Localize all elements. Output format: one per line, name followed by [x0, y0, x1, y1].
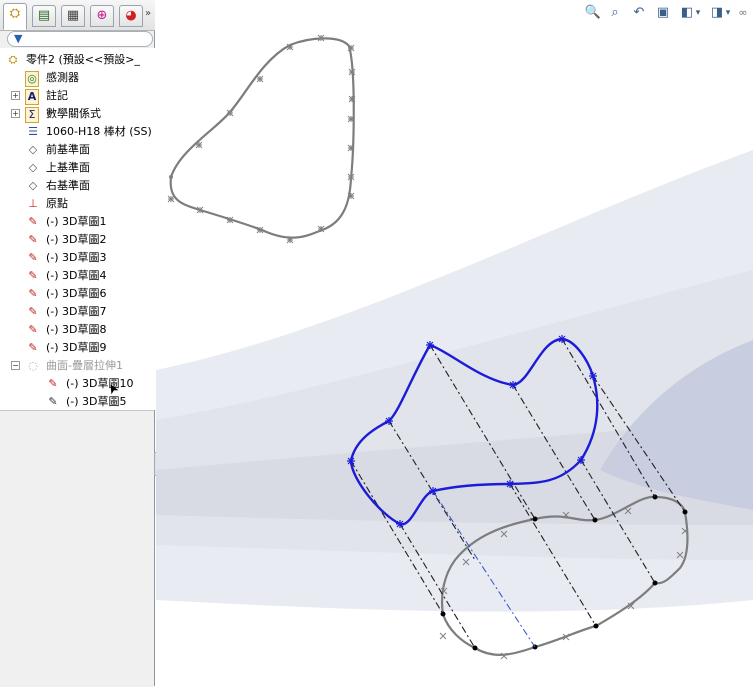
feature-manager-panel: ⛭ ▤ ▦ ⊕ ◕ » ▼ ⛭ 零件2 (預設<<預設>_ ◎ 感測器 + A …: [0, 0, 155, 687]
tree-item-label: 感測器: [46, 71, 79, 84]
filter-icon: ▼: [14, 32, 23, 45]
tree-item-label: (-) 3D草圖8: [46, 323, 107, 336]
heads-up-view-toolbar: 🔍 ⌕ ↶ ▣ ◧ ▾ ◨ ▾ ∞: [584, 4, 753, 24]
tree-empty-area: [0, 410, 154, 687]
part-tree-tab[interactable]: ⛭: [3, 3, 27, 30]
display-manager-tab[interactable]: ◕: [119, 5, 143, 27]
plane-icon: ◇: [28, 143, 38, 156]
tree-item-label: 1060-H18 棒材 (SS): [46, 125, 152, 138]
origin-icon: ⊥: [28, 197, 38, 210]
tree-item-label: 曲面-疊層拉伸1: [46, 359, 123, 372]
property-manager-icon: ▤: [37, 8, 51, 23]
configuration-manager-tab[interactable]: ▦: [61, 5, 85, 27]
equations-icon: Σ: [25, 107, 39, 123]
tree-item-label: (-) 3D草圖10: [66, 377, 134, 390]
graphics-area[interactable]: 🔍 ⌕ ↶ ▣ ◧ ▾ ◨ ▾ ∞: [156, 0, 753, 686]
tree-root-label: 零件2 (預設<<預設>_: [26, 53, 140, 66]
3d-sketch-icon: ✎: [28, 323, 38, 336]
tree-item-label: 上基準面: [46, 161, 90, 174]
tree-item-label: (-) 3D草圖6: [46, 287, 107, 300]
plane-icon: ◇: [28, 179, 38, 192]
3d-sketch-icon: ✎: [28, 251, 38, 264]
view-orientation-dropdown-icon[interactable]: ▾: [694, 4, 702, 22]
tree-item-label: 前基準面: [46, 143, 90, 156]
tree-item-label: 右基準面: [46, 179, 90, 192]
property-manager-tab[interactable]: ▤: [32, 5, 56, 27]
part-icon: ⛭: [8, 53, 18, 66]
part-tree-icon: ⛭: [9, 6, 21, 21]
tree-item-label: 數學關係式: [46, 107, 101, 120]
3d-sketch-icon: ✎: [28, 341, 38, 354]
tree-item-label: 原點: [46, 197, 68, 210]
section-view-icon[interactable]: ▣: [654, 4, 672, 22]
tree-item-label: (-) 3D草圖3: [46, 251, 107, 264]
tree-item-label: (-) 3D草圖1: [46, 215, 107, 228]
display-manager-icon: ◕: [125, 8, 137, 23]
hide-show-items-icon[interactable]: ∞: [736, 4, 750, 22]
sketch-points-upper: [167, 34, 356, 244]
3d-sketch-icon: ✎: [28, 305, 38, 318]
dimxpert-tab[interactable]: ⊕: [90, 5, 114, 27]
sensor-icon: ◎: [25, 71, 39, 87]
dimxpert-icon: ⊕: [96, 8, 108, 23]
material-icon: ☰: [28, 125, 38, 138]
annotation-icon: A: [25, 89, 39, 105]
feature-tree: ⛭ 零件2 (預設<<預設>_ ◎ 感測器 + A 註記 + Σ 數學關係式 ☰…: [0, 48, 155, 410]
3d-sketch-icon: ✎: [28, 287, 38, 300]
display-style-dropdown-icon[interactable]: ▾: [724, 4, 732, 22]
zoom-to-fit-icon[interactable]: 🔍: [584, 4, 602, 22]
3d-sketch-icon: ✎: [48, 377, 58, 390]
collapse-loft-surface-toggle[interactable]: −: [11, 361, 20, 370]
feature-manager-tabbar: ⛭ ▤ ▦ ⊕ ◕ »: [0, 0, 155, 31]
3d-sketch-icon: ✎: [28, 215, 38, 228]
zoom-to-area-icon[interactable]: ⌕: [606, 4, 624, 22]
tree-item-label: (-) 3D草圖2: [46, 233, 107, 246]
3d-sketch-icon: ✎: [48, 395, 58, 408]
graphics-canvas: [156, 34, 753, 660]
tree-item-label: (-) 3D草圖7: [46, 305, 107, 318]
expand-annotations-toggle[interactable]: +: [11, 91, 20, 100]
3d-sketch-icon: ✎: [28, 269, 38, 282]
loft-surface-icon: ◌: [28, 359, 38, 372]
tree-item-label: (-) 3D草圖5: [66, 395, 127, 408]
previous-view-icon[interactable]: ↶: [630, 4, 648, 22]
plane-icon: ◇: [28, 161, 38, 174]
tree-item-label: 註記: [46, 89, 68, 102]
3d-sketch-icon: ✎: [28, 233, 38, 246]
tab-overflow-chevron-icon[interactable]: »: [145, 8, 151, 19]
tree-filter-input[interactable]: ▼: [7, 31, 153, 47]
configuration-manager-icon: ▦: [66, 8, 80, 23]
tree-item-label: (-) 3D草圖4: [46, 269, 107, 282]
tree-item-label: (-) 3D草圖9: [46, 341, 107, 354]
expand-equations-toggle[interactable]: +: [11, 109, 20, 118]
